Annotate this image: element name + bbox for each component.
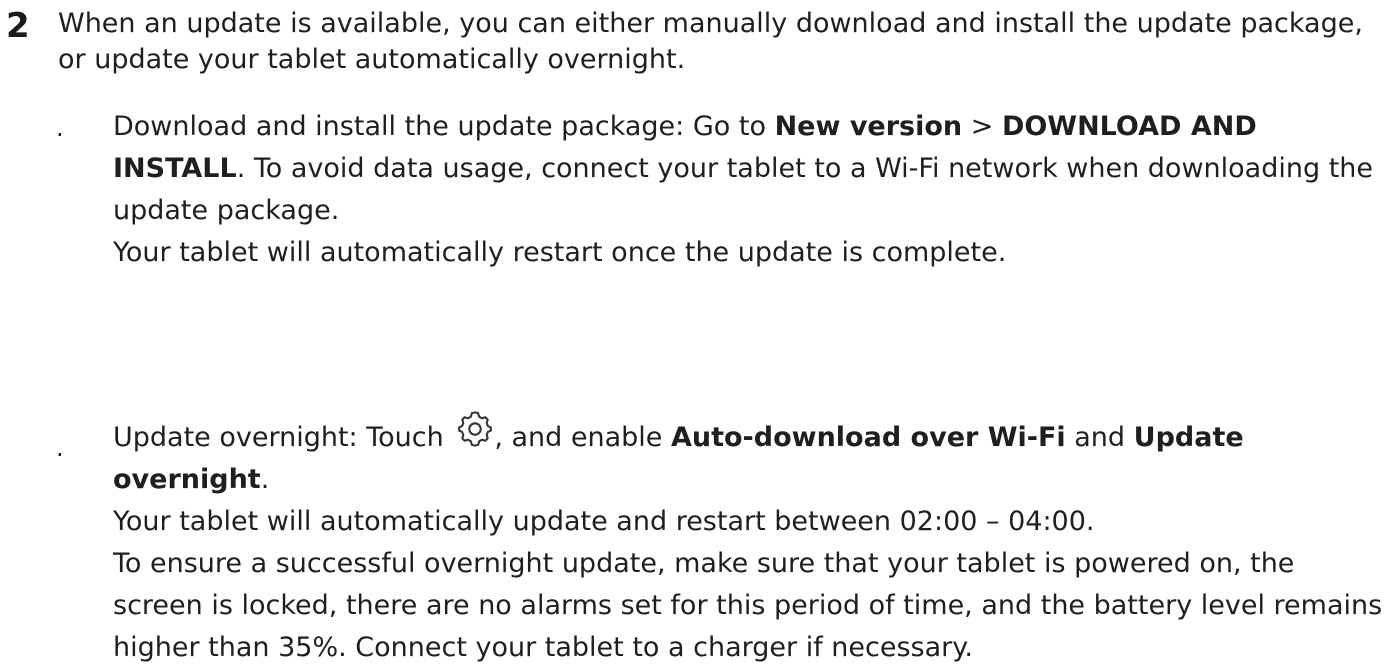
item-mid: , and enable [494,422,671,453]
item-end: . [260,464,270,495]
bullet-marker: · [56,121,64,149]
overnight-requirements-note: To ensure a successful overnight update,… [113,548,1383,663]
gear-icon [456,410,494,448]
item-intro: Update overnight: Touch [113,422,453,453]
step-text: When an update is available, you can eit… [58,8,1363,75]
list-item-overnight: Update overnight: Touch , and enable Aut… [113,410,1383,669]
list-item-download: Download and install the update package:… [113,106,1383,274]
bullet-marker: · [56,441,64,469]
update-window-note: Your tablet will automatically update an… [113,506,1095,537]
separator: > [962,111,1002,142]
item-rest: . To avoid data usage, connect your tabl… [113,153,1373,226]
step-number: 2 [6,6,30,46]
restart-note: Your tablet will automatically restart o… [113,237,1007,268]
auto-download-label: Auto-download over Wi-Fi [670,422,1066,453]
item-and: and [1065,422,1134,453]
new-version-label: New version [774,111,963,142]
item-intro: Download and install the update package:… [113,111,775,142]
